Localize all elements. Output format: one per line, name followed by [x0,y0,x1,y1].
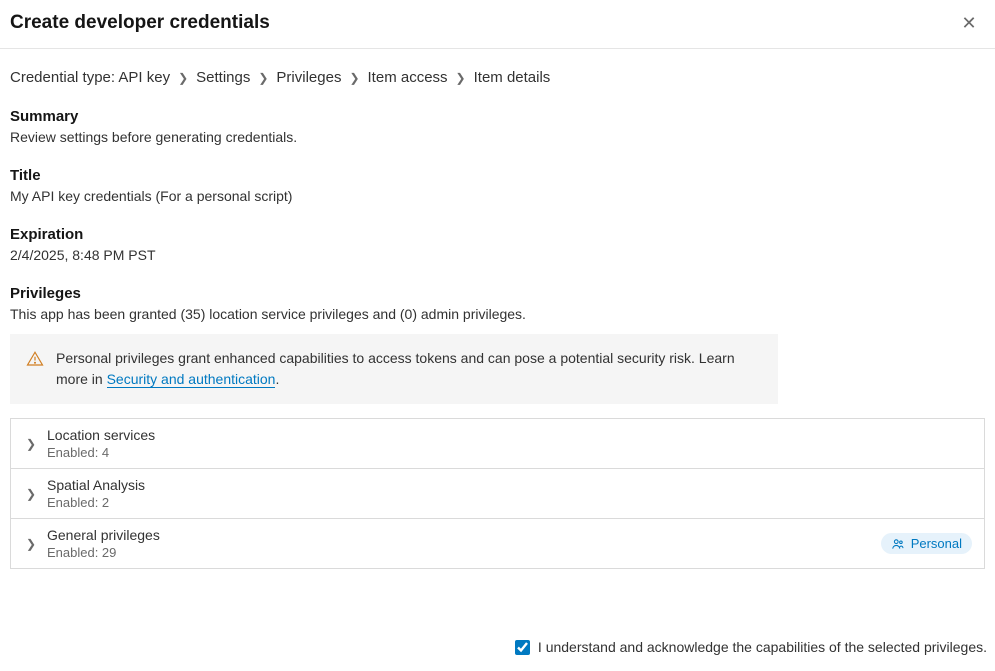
chevron-right-icon: ❯ [170,71,196,85]
chevron-right-icon: ❯ [23,537,39,551]
title-value: My API key credentials (For a personal s… [10,188,985,204]
chevron-right-icon: ❯ [23,487,39,501]
personal-badge: Personal [881,533,972,554]
warning-icon [26,350,44,368]
privileges-heading: Privileges [10,285,985,302]
dialog-content: Credential type: API key ❯ Settings ❯ Pr… [0,49,995,579]
accordion-sub: Enabled: 29 [47,545,881,560]
accordion-item-spatial[interactable]: ❯ Spatial Analysis Enabled: 2 [11,469,984,519]
accordion-title: General privileges [47,527,881,543]
notice-text-after: . [275,371,279,387]
privileges-accordion: ❯ Location services Enabled: 4 ❯ Spatial… [10,418,985,569]
breadcrumb-item[interactable]: Item details [474,69,551,86]
privileges-section: Privileges This app has been granted (35… [10,285,985,322]
accordion-content: Location services Enabled: 4 [47,427,972,460]
accordion-content: Spatial Analysis Enabled: 2 [47,477,972,510]
privileges-text: This app has been granted (35) location … [10,306,985,322]
expiration-section: Expiration 2/4/2025, 8:48 PM PST [10,226,985,263]
dialog-header: Create developer credentials ✕ [0,0,995,49]
accordion-item-general[interactable]: ❯ General privileges Enabled: 29 Persona… [11,519,984,569]
dialog-title: Create developer credentials [10,12,270,34]
title-section: Title My API key credentials (For a pers… [10,167,985,204]
accordion-title: Location services [47,427,972,443]
breadcrumb: Credential type: API key ❯ Settings ❯ Pr… [10,69,985,86]
accordion-title: Spatial Analysis [47,477,972,493]
breadcrumb-item[interactable]: Item access [368,69,448,86]
acknowledge-footer: I understand and acknowledge the capabil… [515,631,987,663]
accordion-sub: Enabled: 4 [47,445,972,460]
summary-text: Review settings before generating creden… [10,129,985,145]
chevron-right-icon: ❯ [23,437,39,451]
acknowledge-label: I understand and acknowledge the capabil… [538,639,987,655]
accordion-content: General privileges Enabled: 29 [47,527,881,560]
notice-text: Personal privileges grant enhanced capab… [56,348,762,390]
expiration-heading: Expiration [10,226,985,243]
accordion-sub: Enabled: 2 [47,495,972,510]
breadcrumb-item[interactable]: Settings [196,69,250,86]
close-icon[interactable]: ✕ [959,13,979,34]
expiration-value: 2/4/2025, 8:48 PM PST [10,247,985,263]
summary-heading: Summary [10,108,985,125]
breadcrumb-item[interactable]: Credential type: API key [10,69,170,86]
chevron-right-icon: ❯ [250,71,276,85]
chevron-right-icon: ❯ [448,71,474,85]
accordion-item-location[interactable]: ❯ Location services Enabled: 4 [11,419,984,469]
title-heading: Title [10,167,985,184]
chevron-right-icon: ❯ [341,71,367,85]
warning-notice: Personal privileges grant enhanced capab… [10,334,778,404]
summary-section: Summary Review settings before generatin… [10,108,985,145]
breadcrumb-item[interactable]: Privileges [276,69,341,86]
acknowledge-checkbox[interactable] [515,640,530,655]
person-icon [891,537,905,551]
badge-label: Personal [911,536,962,551]
security-auth-link[interactable]: Security and authentication [107,371,276,388]
